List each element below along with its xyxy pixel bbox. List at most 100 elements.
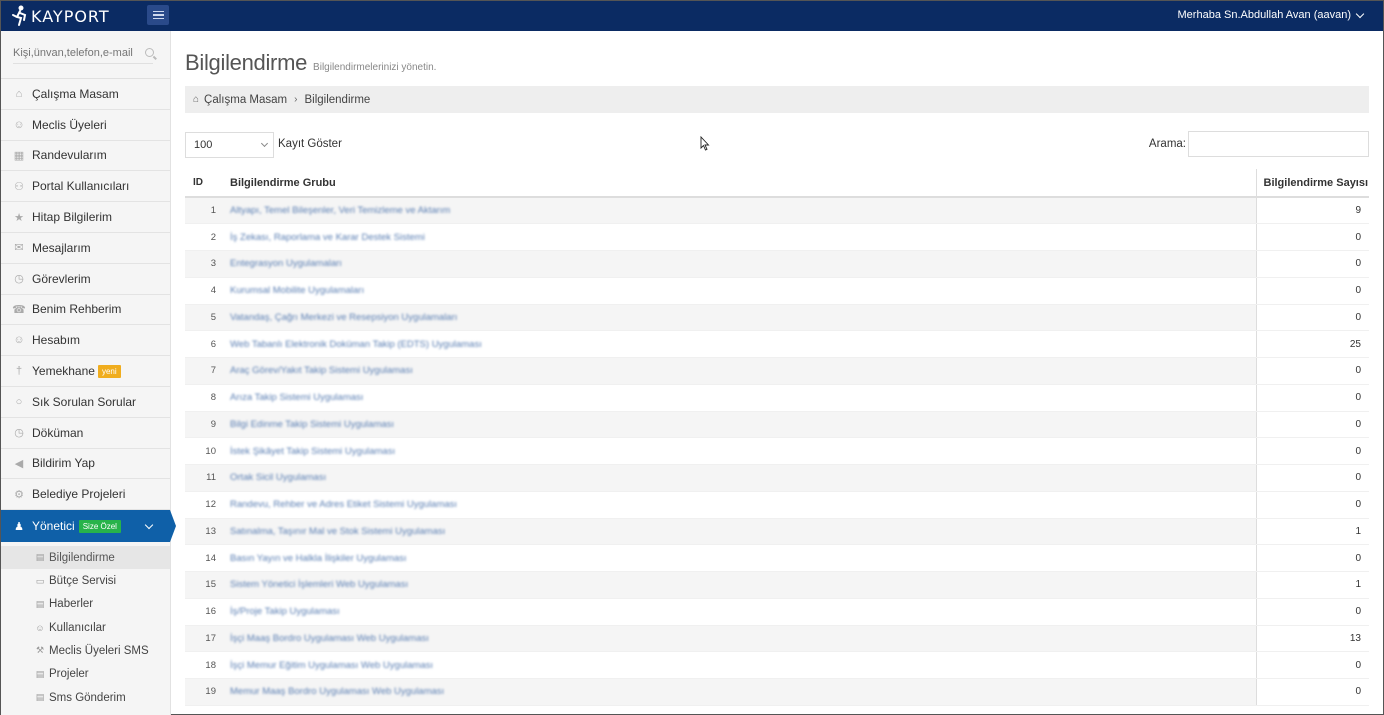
table-row[interactable]: 19 Memur Maaş Bordro Uygulaması Web Uygul… (185, 678, 1369, 706)
table-row[interactable]: 7 Araç Görev/Yakıt Takip Sistemi Uygulama… (185, 357, 1369, 385)
row-group-link[interactable]: İşçi Maaş Bordro Uygulaması Web Uygulama… (222, 625, 1256, 653)
table-controls: 100 Kayıt Göster Arama: (185, 131, 1369, 158)
group-name[interactable]: Bilgi Edinme Takip Sistemi Uygulaması (230, 419, 394, 430)
page-length-select[interactable]: 100 (185, 132, 274, 158)
breadcrumb-separator: › (294, 94, 298, 105)
column-header-id[interactable]: ID (185, 169, 222, 198)
group-name[interactable]: Sistem Yönetici İşlemleri Web Uygulaması (230, 579, 408, 590)
sidebar-item-yonetici[interactable]: ♟ Yönetici Size Özel (1, 510, 176, 543)
group-name[interactable]: Ortak Sicil Uygulaması (230, 472, 326, 483)
submenu-item[interactable]: ⚒ Meclis Üyeleri SMS (1, 639, 170, 662)
sidebar-item-belediye-projeleri[interactable]: ⚙ Belediye Projeleri (1, 479, 170, 511)
sidebar-item-meclis-üyeleri[interactable]: ☺ Meclis Üyeleri (1, 110, 170, 141)
row-group-link[interactable]: Vatandaş, Çağrı Merkezi ve Resepsiyon Uy… (222, 304, 1256, 332)
group-name[interactable]: Basın Yayın ve Halkla İlişkiler Uygulama… (230, 553, 407, 564)
submenu-item[interactable]: ☺ Kullanıcılar (1, 616, 170, 639)
submenu-item[interactable]: ▤ Sms Gönderim (1, 686, 170, 709)
table-row[interactable]: 4 Kurumsal Mobilite Uygulamaları 0 (185, 277, 1369, 305)
table-row[interactable]: 9 Bilgi Edinme Takip Sistemi Uygulaması 0 (185, 411, 1369, 439)
row-group-link[interactable]: Arıza Takip Sistemi Uygulaması (222, 384, 1256, 412)
table-row[interactable]: 1 Altyapı, Temel Bileşenler, Veri Temizle… (185, 197, 1369, 225)
sidebar-item-yemekhane[interactable]: † Yemekhane yeni (1, 356, 170, 387)
search-icon[interactable] (145, 48, 154, 57)
sidebar-item-görevlerim[interactable]: ◷ Görevlerim (1, 264, 170, 295)
sidebar-item-benim-rehberim[interactable]: ☎ Benim Rehberim (1, 295, 170, 326)
row-group-link[interactable]: İşçi Memur Eğitim Uygulaması Web Uygulam… (222, 651, 1256, 679)
group-name[interactable]: Araç Görev/Yakıt Takip Sistemi Uygulamas… (230, 365, 413, 376)
submenu-item[interactable]: ▤ Projeler (1, 663, 170, 686)
sidebar-search-input[interactable] (13, 47, 153, 64)
sidebar-item-çalışma-masam[interactable]: ⌂ Çalışma Masam (1, 79, 170, 110)
table-row[interactable]: 15 Sistem Yönetici İşlemleri Web Uygulama… (185, 571, 1369, 599)
row-group-link[interactable]: Ortak Sicil Uygulaması (222, 464, 1256, 492)
row-group-link[interactable]: Memur Maaş Bordro Uygulaması Web Uygulam… (222, 678, 1256, 706)
group-name[interactable]: Memur Maaş Bordro Uygulaması Web Uygulam… (230, 686, 444, 697)
column-header-group[interactable]: Bilgilendirme Grubu (222, 169, 1256, 198)
table-row[interactable]: 12 Randevu, Rehber ve Adres Etiket Sistem… (185, 491, 1369, 519)
table-row[interactable]: 17 İşçi Maaş Bordro Uygulaması Web Uygula… (185, 625, 1369, 653)
menu-toggle-button[interactable] (147, 5, 169, 25)
submenu-item[interactable]: ▤ Bilgilendirme (1, 546, 170, 570)
row-group-link[interactable]: İş Zekası, Raporlama ve Karar Destek Sis… (222, 223, 1256, 251)
sidebar-item-mesajlarım[interactable]: ✉ Mesajlarım (1, 233, 170, 264)
group-name[interactable]: Arıza Takip Sistemi Uygulaması (230, 392, 363, 403)
table-search-input[interactable] (1188, 131, 1369, 157)
table-row[interactable]: 6 Web Tabanlı Elektronik Doküman Takip (E… (185, 330, 1369, 358)
row-group-link[interactable]: Bilgi Edinme Takip Sistemi Uygulaması (222, 411, 1256, 439)
group-name[interactable]: Altyapı, Temel Bileşenler, Veri Temizlem… (230, 205, 450, 216)
row-group-link[interactable]: Kurumsal Mobilite Uygulamaları (222, 277, 1256, 305)
group-name[interactable]: İşçi Memur Eğitim Uygulaması Web Uygulam… (230, 660, 433, 671)
sidebar-item-portal-kullanıcıları[interactable]: ⚇ Portal Kullanıcıları (1, 171, 170, 203)
table-row[interactable]: 3 Entegrasyon Uygulamaları 0 (185, 250, 1369, 278)
top-navbar: KAYPORT Merhaba Sn.Abdullah Avan (aavan) (1, 1, 1383, 31)
table-row[interactable]: 14 Basın Yayın ve Halkla İlişkiler Uygula… (185, 544, 1369, 572)
group-name[interactable]: Randevu, Rehber ve Adres Etiket Sistemi … (230, 499, 457, 510)
sidebar-item-hitap-bilgilerim[interactable]: ★ Hitap Bilgilerim (1, 202, 170, 233)
table-row[interactable]: 13 Satınalma, Taşınır Mal ve Stok Sistemi… (185, 518, 1369, 546)
submenu-item[interactable]: ▤ Haberler (1, 593, 170, 616)
row-group-link[interactable]: İstek Şikâyet Takip Sistemi Uygulaması (222, 437, 1256, 465)
group-name[interactable]: İşçi Maaş Bordro Uygulaması Web Uygulama… (230, 633, 429, 644)
column-header-count[interactable]: Bilgilendirme Sayısı (1255, 169, 1369, 198)
submenu-item[interactable]: ▭ Bütçe Servisi (1, 569, 170, 592)
row-count: 0 (1255, 651, 1369, 679)
table-row[interactable]: 11 Ortak Sicil Uygulaması 0 (185, 464, 1369, 492)
group-name[interactable]: İş/Proje Takip Uygulaması (230, 606, 340, 617)
group-name[interactable]: Web Tabanlı Elektronik Doküman Takip (ED… (230, 339, 482, 350)
table-row[interactable]: 10 İstek Şikâyet Takip Sistemi Uygulaması… (185, 437, 1369, 465)
table-row[interactable]: 2 İş Zekası, Raporlama ve Karar Destek Si… (185, 223, 1369, 251)
row-group-link[interactable]: Sistem Yönetici İşlemleri Web Uygulaması (222, 571, 1256, 599)
user-menu[interactable]: Merhaba Sn.Abdullah Avan (aavan) (1178, 9, 1365, 21)
row-group-link[interactable]: İş/Proje Takip Uygulaması (222, 598, 1256, 626)
kayport-logo[interactable]: KAYPORT (11, 5, 110, 27)
table-row[interactable]: 16 İş/Proje Takip Uygulaması 0 (185, 598, 1369, 626)
row-group-link[interactable]: Satınalma, Taşınır Mal ve Stok Sistemi U… (222, 518, 1256, 546)
row-group-link[interactable]: Basın Yayın ve Halkla İlişkiler Uygulama… (222, 544, 1256, 572)
group-name[interactable]: Vatandaş, Çağrı Merkezi ve Resepsiyon Uy… (230, 312, 457, 323)
sidebar-item-hesabım[interactable]: ☺ Hesabım (1, 325, 170, 357)
row-id: 17 (185, 625, 222, 653)
row-id: 13 (185, 518, 222, 546)
table-row[interactable]: 18 İşçi Memur Eğitim Uygulaması Web Uygul… (185, 651, 1369, 679)
table-row[interactable]: 5 Vatandaş, Çağrı Merkezi ve Resepsiyon U… (185, 304, 1369, 332)
table-row[interactable]: 8 Arıza Takip Sistemi Uygulaması 0 (185, 384, 1369, 412)
row-group-link[interactable]: Araç Görev/Yakıt Takip Sistemi Uygulamas… (222, 357, 1256, 385)
group-name[interactable]: İş Zekası, Raporlama ve Karar Destek Sis… (230, 232, 425, 243)
breadcrumb-home-link[interactable]: Çalışma Masam (204, 94, 287, 106)
row-group-link[interactable]: Randevu, Rehber ve Adres Etiket Sistemi … (222, 491, 1256, 519)
row-group-link[interactable]: Altyapı, Temel Bileşenler, Veri Temizlem… (222, 197, 1256, 225)
group-name[interactable]: Entegrasyon Uygulamaları (230, 258, 342, 269)
sidebar-item-döküman[interactable]: ◷ Döküman (1, 418, 170, 449)
group-name[interactable]: Satınalma, Taşınır Mal ve Stok Sistemi U… (230, 526, 445, 537)
group-name[interactable]: İstek Şikâyet Takip Sistemi Uygulaması (230, 446, 395, 457)
page-length-value: 100 (194, 139, 213, 151)
group-name[interactable]: Kurumsal Mobilite Uygulamaları (230, 285, 364, 296)
money-icon: ▭ (35, 575, 45, 586)
sidebar-item-randevularım[interactable]: ▦ Randevularım (1, 141, 170, 172)
sidebar-item-bildirim-yap[interactable]: ◀ Bildirim Yap (1, 449, 170, 480)
sidebar-item-sık-sorulan-sorular[interactable]: ○ Sık Sorulan Sorular (1, 387, 170, 418)
submenu-item-label: Bilgilendirme (49, 551, 115, 564)
yonetici-submenu: ▤ Bilgilendirme ▭ Bütçe Servisi ▤ Haberler ☺ Ku… (1, 542, 170, 709)
row-group-link[interactable]: Web Tabanlı Elektronik Doküman Takip (ED… (222, 330, 1256, 358)
row-group-link[interactable]: Entegrasyon Uygulamaları (222, 250, 1256, 278)
